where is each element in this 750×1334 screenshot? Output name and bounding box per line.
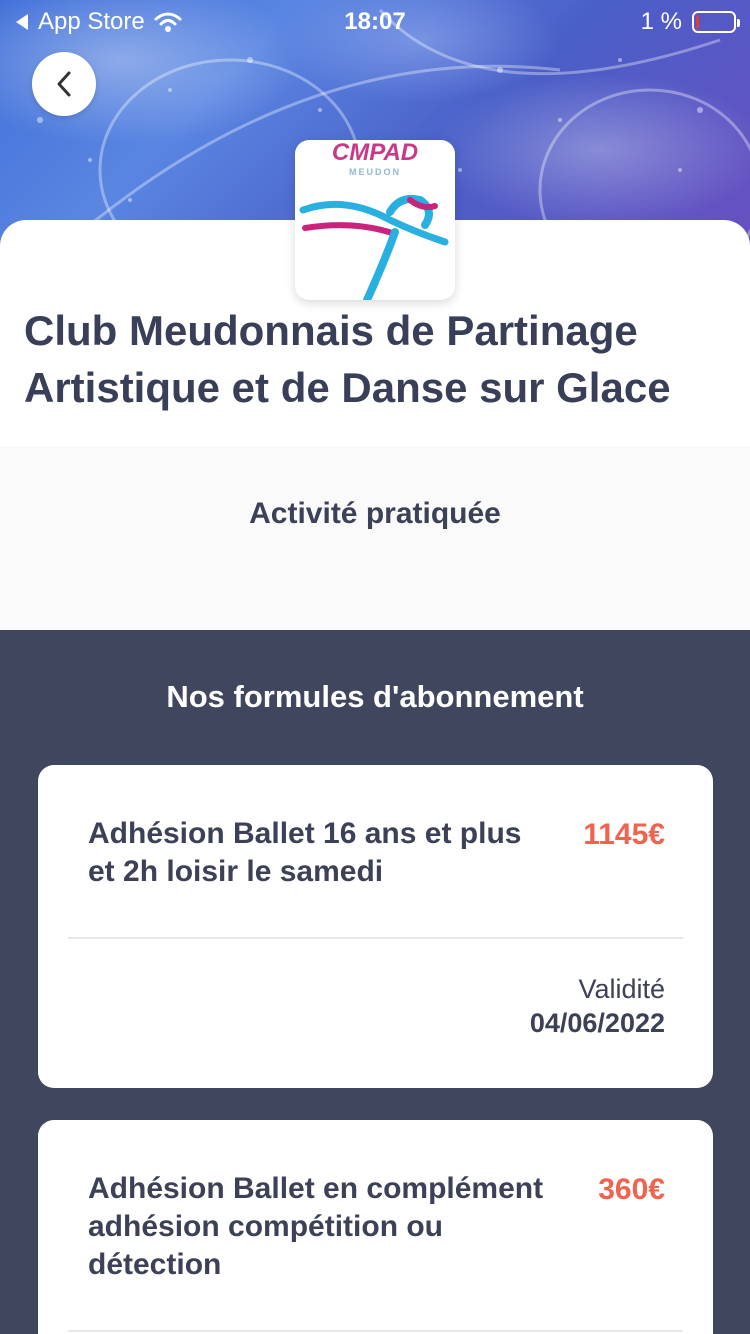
card-divider — [68, 1330, 683, 1332]
title-line-2: Artistique et de Danse sur Glace — [24, 364, 671, 411]
subscription-name-line: et 2h loisir le samedi — [88, 855, 384, 888]
title-line-1: Club Meudonnais de Partinage — [24, 307, 638, 354]
logo-text: CMPAD — [332, 140, 418, 166]
formulas-heading: Nos formules d'abonnement — [166, 679, 584, 714]
status-time: 18:07 — [344, 8, 406, 35]
activity-heading: Activité pratiquée — [249, 497, 501, 530]
subscription-name: Adhésion Ballet 16 ans et plus et 2h loi… — [88, 815, 548, 891]
club-detail-screen: App Store 18:07 1 % CMPAD MEUDON Club Me… — [0, 0, 750, 1334]
subscription-name: Adhésion Ballet en complément adhésion c… — [88, 1170, 558, 1284]
validity-date: 04/06/2022 — [529, 1008, 665, 1038]
page-title: Club Meudonnais de Partinage Artistique … — [24, 302, 734, 416]
logo-subtext: MEUDON — [349, 167, 401, 177]
subscription-name-line: détection — [88, 1248, 222, 1281]
validity-label: Validité — [578, 974, 665, 1004]
back-button[interactable] — [32, 52, 96, 116]
subscription-card[interactable]: Adhésion Ballet en complément adhésion c… — [38, 1120, 713, 1334]
card-divider — [68, 937, 683, 939]
activity-section — [0, 446, 750, 630]
subscription-price: 1145€ — [583, 818, 665, 851]
battery-icon — [692, 11, 740, 33]
battery-percent: 1 % — [640, 8, 682, 35]
subscription-card[interactable]: Adhésion Ballet 16 ans et plus et 2h loi… — [38, 765, 713, 1088]
status-bar: App Store 18:07 1 % — [0, 0, 750, 40]
subscription-name-line: adhésion compétition ou — [88, 1210, 444, 1243]
subscription-name-line: Adhésion Ballet 16 ans et plus — [88, 817, 522, 850]
subscription-name-line: Adhésion Ballet en complément — [88, 1172, 544, 1205]
subscription-price: 360€ — [598, 1173, 665, 1206]
club-logo: CMPAD MEUDON — [295, 140, 455, 300]
chevron-left-icon — [57, 71, 71, 97]
